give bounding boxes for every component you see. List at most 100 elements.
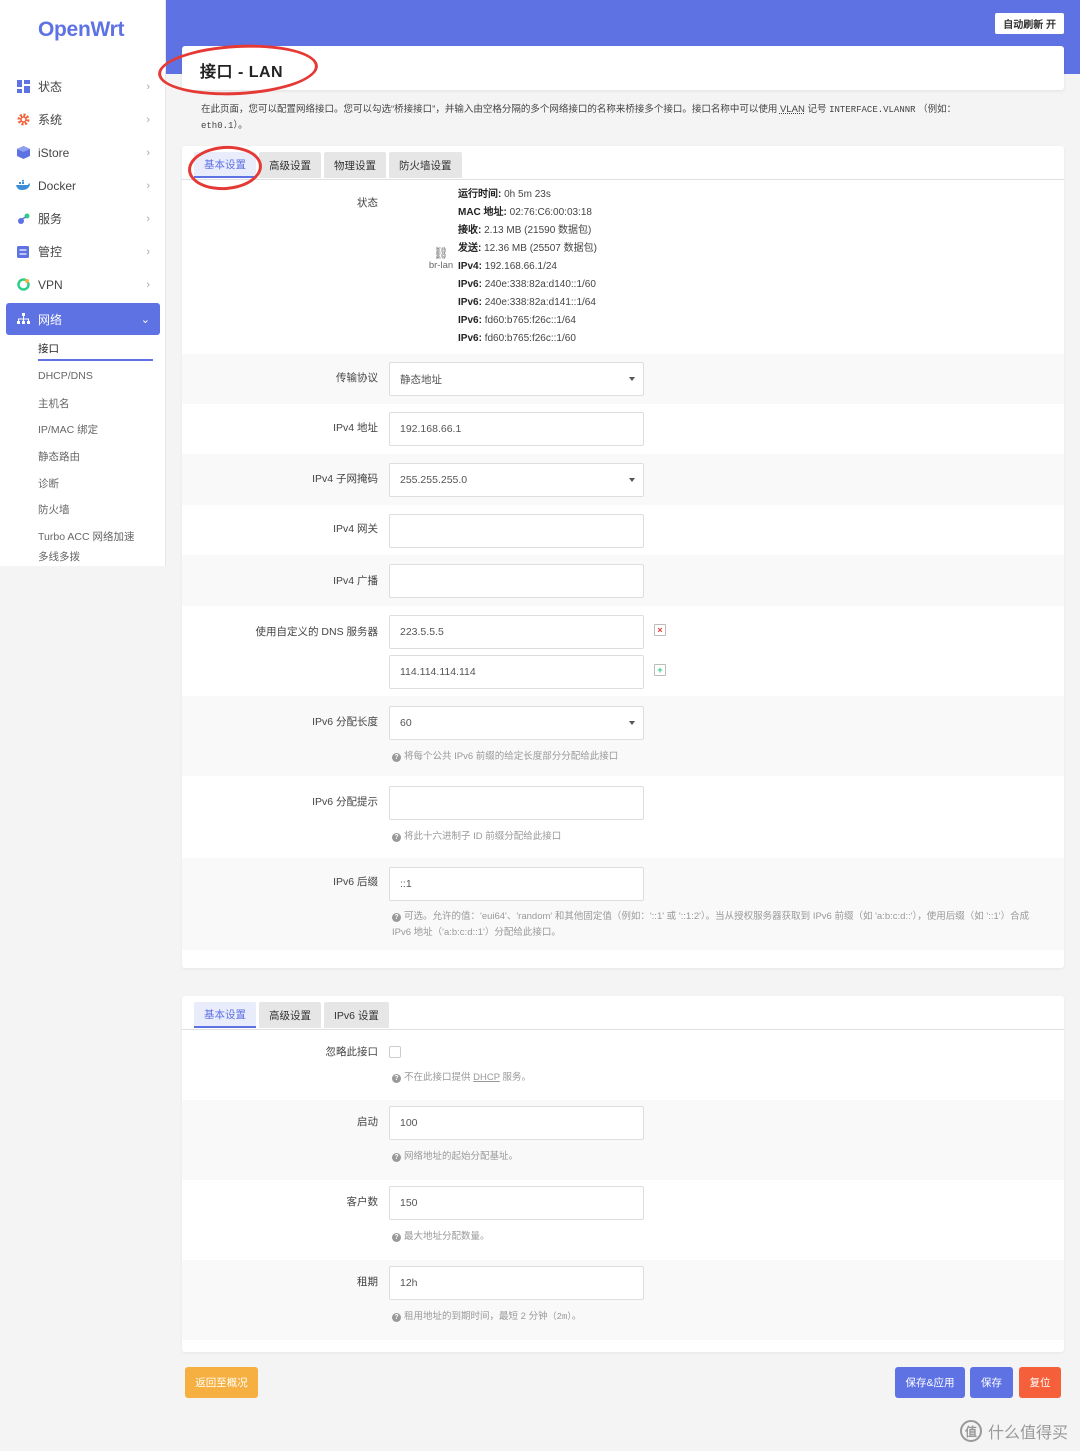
ip6-length-select[interactable]: 60 <box>389 706 644 740</box>
ipv6-value: fd60:b765:f26c::1/60 <box>484 333 576 344</box>
nav-label: VPN <box>38 277 63 292</box>
subnav-item-ipmac[interactable]: IP/MAC 绑定 <box>38 416 166 443</box>
tab-dhcp-ipv6[interactable]: IPv6 设置 <box>324 1002 389 1028</box>
row-ip6-suffix: IPv6 后缀 ::1 ? 可选。允许的值：'eui64'、'random' 和其… <box>182 858 1064 950</box>
protocol-select[interactable]: 静态地址 <box>389 362 644 396</box>
help-icon: ? <box>392 833 401 842</box>
lease-label: 租期 <box>357 1276 378 1288</box>
ipv6-value: 240e:338:82a:d140::1/60 <box>484 279 596 290</box>
desc-code: INTERFACE.VLANNR <box>829 105 916 115</box>
lease-input[interactable]: 12h <box>389 1266 644 1300</box>
box-icon <box>16 146 30 160</box>
mac-key: MAC 地址: <box>458 207 507 218</box>
ipv4-address-input[interactable]: 192.168.66.1 <box>389 412 644 446</box>
subnav-item-turboacc[interactable]: Turbo ACC 网络加速 <box>38 523 166 550</box>
ipv4-address-label: IPv4 地址 <box>333 422 378 434</box>
nav-item-control[interactable]: 管控 › <box>0 235 166 268</box>
ip6-length-value: 60 <box>400 717 412 729</box>
network-icon <box>16 312 30 326</box>
nav-item-network[interactable]: 网络 ⌄ <box>6 303 160 335</box>
hint-text: 。 <box>571 1311 582 1322</box>
ipv6-value: fd60:b765:f26c::1/64 <box>484 315 576 326</box>
dhcp-tabs: 基本设置 高级设置 IPv6 设置 <box>194 1002 392 1028</box>
ip6-hint-label: IPv6 分配提示 <box>312 796 378 808</box>
row-ip6-hint: IPv6 分配提示 ? 将此十六进制子 ID 前缀分配给此接口 <box>182 776 1064 858</box>
gateway-input[interactable] <box>389 514 644 548</box>
hint-text: 将每个公共 IPv6 前缀的给定长度部分分配给此接口 <box>404 751 619 762</box>
nav-label: 系统 <box>38 113 63 127</box>
nav-item-system[interactable]: 系统 › <box>0 103 166 136</box>
subnav-item-multiwan[interactable]: 多线多拨 <box>38 550 166 564</box>
page-description: 在此页面，您可以配置网络接口。您可以勾选“桥接接口”，并输入由空格分隔的多个网络… <box>201 102 1031 134</box>
tab-firewall[interactable]: 防火墙设置 <box>389 152 462 178</box>
row-lease: 租期 12h ? 租用地址的到期时间，最短 2 分钟（2m）。 <box>182 1260 1064 1340</box>
ignore-checkbox[interactable] <box>389 1046 401 1058</box>
subnav-item-diagnostics[interactable]: 诊断 <box>38 470 166 497</box>
row-broadcast: IPv4 广播 <box>182 555 1064 606</box>
ipv6-value: 240e:338:82a:d141::1/64 <box>484 297 596 308</box>
nav-label: 网络 <box>38 312 63 327</box>
tab-physical[interactable]: 物理设置 <box>324 152 386 178</box>
device-badge: ⛓ br-lan <box>426 246 456 271</box>
subnav-item-hostnames[interactable]: 主机名 <box>38 390 166 417</box>
start-input[interactable]: 100 <box>389 1106 644 1140</box>
row-netmask: IPv4 子网掩码 255.255.255.0 <box>182 454 1064 505</box>
row-protocol: 传输协议 静态地址 <box>182 354 1064 404</box>
broadcast-input[interactable] <box>389 564 644 598</box>
nav-item-vpn[interactable]: VPN › <box>0 268 166 301</box>
interface-settings-card: 基本设置 高级设置 物理设置 防火墙设置 状态 ⛓ br-lan 运行时间: 0… <box>182 146 1064 968</box>
ignore-label: 忽略此接口 <box>325 1046 379 1058</box>
subnav-item-dhcp[interactable]: DHCP/DNS <box>38 363 166 390</box>
dns-input-1[interactable]: 223.5.5.5 <box>389 615 644 649</box>
remove-dns-icon[interactable]: × <box>654 624 666 636</box>
save-button[interactable]: 保存 <box>970 1367 1013 1398</box>
reset-button[interactable]: 复位 <box>1019 1367 1061 1398</box>
ip6-suffix-hint: ? 可选。允许的值：'eui64'、'random' 和其他固定值（例如：'::1… <box>392 909 1042 941</box>
row-ipv4-address: IPv4 地址 192.168.66.1 <box>182 404 1064 454</box>
limit-hint: ? 最大地址分配数量。 <box>392 1229 1042 1245</box>
uptime-key: 运行时间: <box>458 189 502 200</box>
hint-text: 将此十六进制子 ID 前缀分配给此接口 <box>404 831 562 842</box>
services-icon <box>16 212 30 226</box>
desc-example: eth0.1 <box>201 121 234 131</box>
nav-item-docker[interactable]: Docker › <box>0 169 166 202</box>
uptime-value: 0h 5m 23s <box>504 189 551 200</box>
tab-dhcp-advanced[interactable]: 高级设置 <box>259 1002 321 1028</box>
hint-text: 租用地址的到期时间，最短 2 分钟 <box>404 1311 548 1322</box>
netmask-select[interactable]: 255.255.255.0 <box>389 463 644 497</box>
subnav-item-interfaces[interactable]: 接口 <box>38 337 153 361</box>
netmask-value: 255.255.255.0 <box>400 474 468 486</box>
subnav-item-routes[interactable]: 静态路由 <box>38 443 166 470</box>
openwrt-logo[interactable]: OpenWrt <box>38 18 124 42</box>
gateway-label: IPv4 网关 <box>333 523 378 535</box>
ip6-suffix-label: IPv6 后缀 <box>333 876 378 888</box>
ip6-suffix-input[interactable]: ::1 <box>389 867 644 901</box>
subnav-item-firewall[interactable]: 防火墙 <box>38 496 166 523</box>
nav-item-services[interactable]: 服务 › <box>0 202 166 235</box>
tab-dhcp-basic[interactable]: 基本设置 <box>194 1002 256 1028</box>
nav-label: 管控 <box>38 245 63 259</box>
add-dns-icon[interactable]: + <box>654 664 666 676</box>
ipv6-key: IPv6: <box>458 333 482 344</box>
watermark-logo-icon: 值 <box>959 1420 982 1442</box>
save-apply-button[interactable]: 保存&应用 <box>895 1367 965 1398</box>
nav-item-istore[interactable]: iStore › <box>0 136 166 169</box>
hint-text: 服务。 <box>502 1072 532 1083</box>
chevron-right-icon: › <box>146 278 150 291</box>
auto-refresh-toggle[interactable]: 自动刷新 开 <box>995 13 1064 34</box>
limit-input[interactable]: 150 <box>389 1186 644 1220</box>
tab-advanced[interactable]: 高级设置 <box>259 152 321 178</box>
hint-dhcp: DHCP <box>473 1072 500 1083</box>
chevron-right-icon: › <box>146 80 150 93</box>
row-ignore: 忽略此接口 ? 不在此接口提供 DHCP 服务。 <box>182 1030 1064 1100</box>
desc-text: 在此页面，您可以配置网络接口。您可以勾选“桥接接口”，并输入由空格分隔的多个网络… <box>201 104 778 115</box>
tx-key: 发送: <box>458 243 482 254</box>
nav-item-status[interactable]: 状态 › <box>0 70 166 103</box>
limit-label: 客户数 <box>346 1196 379 1208</box>
help-icon: ? <box>392 1074 401 1083</box>
help-icon: ? <box>392 1313 401 1322</box>
back-to-overview-button[interactable]: 返回至概况 <box>185 1367 258 1398</box>
ipv4-key: IPv4: <box>458 261 482 272</box>
dns-input-2[interactable]: 114.114.114.114 <box>389 655 644 689</box>
ip6-hint-input[interactable] <box>389 786 644 820</box>
